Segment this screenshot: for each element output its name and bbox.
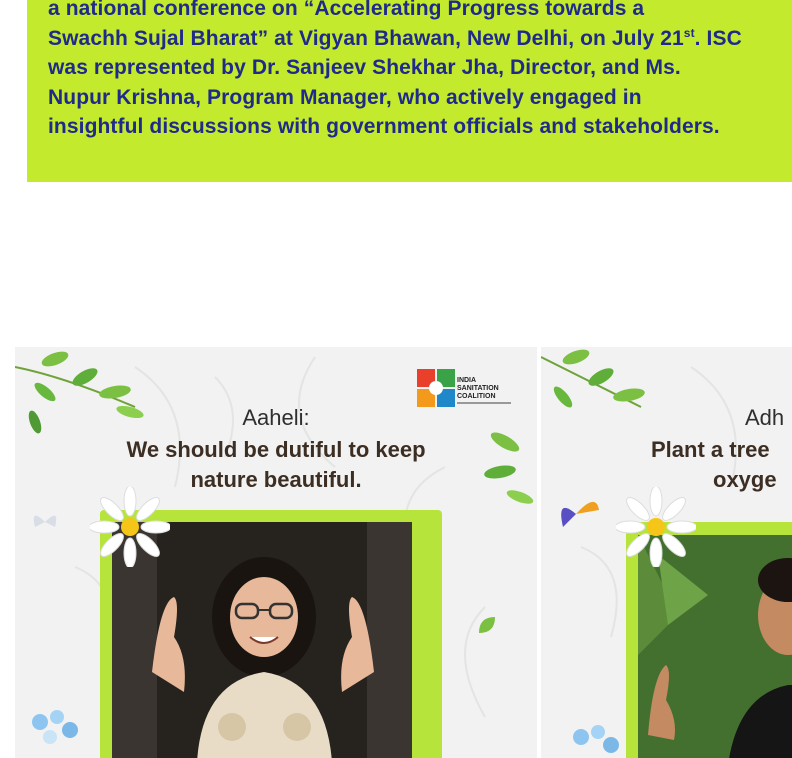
post-card-second[interactable]: Adh Plant a tree oxyge: [541, 347, 792, 758]
post-card-aaheli[interactable]: INDIA SANITATION COALITION Aaheli: We sh…: [15, 347, 537, 758]
butterfly-icon: [33, 515, 57, 527]
announcement-card: a national conference on “Accelerating P…: [27, 0, 792, 182]
announcement-line-3: was represented by Dr. Sanjeev Shekhar J…: [48, 56, 681, 79]
daisy-flower-icon: [616, 487, 696, 567]
flower-cluster-icon: [32, 710, 78, 744]
announcement-line-4: Nupur Krishna, Program Manager, who acti…: [48, 85, 642, 109]
leaves-top-left: [15, 351, 144, 434]
post-quote: Plant a tree oxyge: [651, 435, 792, 495]
child-photo-second: [638, 535, 792, 758]
child-illustration: [638, 535, 792, 758]
daisy-flower-icon: [90, 487, 170, 567]
coalition-logo-mark: [417, 369, 455, 407]
butterfly-icon: [561, 501, 599, 527]
post-quote: We should be dutiful to keep nature beau…: [15, 435, 537, 495]
announcement-line-2: Swachh Sujal Bharat” at Vigyan Bhawan, N…: [48, 27, 742, 50]
announcement-line-2-end: . ISC: [694, 26, 742, 50]
leaves-top-left: [541, 349, 645, 408]
announcement-text: a national conference on “Accelerating P…: [48, 0, 754, 142]
quote-line-2: nature beautiful.: [190, 467, 362, 492]
flower-cluster-icon: [573, 725, 619, 753]
quote-line-1: We should be dutiful to keep: [126, 437, 426, 462]
post-author-name: Adh: [745, 405, 785, 430]
announcement-line-5: insightful discussions with government o…: [48, 115, 720, 138]
post-author-name: Aaheli:: [242, 405, 310, 430]
india-sanitation-coalition-logo: INDIA SANITATION COALITION: [417, 369, 511, 409]
announcement-line-2-text: Swachh Sujal Bharat” at Vigyan Bhawan, N…: [48, 26, 684, 50]
logo-text: INDIA SANITATION COALITION: [457, 377, 499, 400]
logo-tagline-bar: [457, 402, 511, 404]
quote-line-1: Plant a tree: [651, 437, 770, 462]
date-suffix: st: [683, 25, 695, 40]
small-leaf-icon: [479, 617, 495, 633]
announcement-line-1: a national conference on “Accelerating P…: [48, 0, 645, 20]
